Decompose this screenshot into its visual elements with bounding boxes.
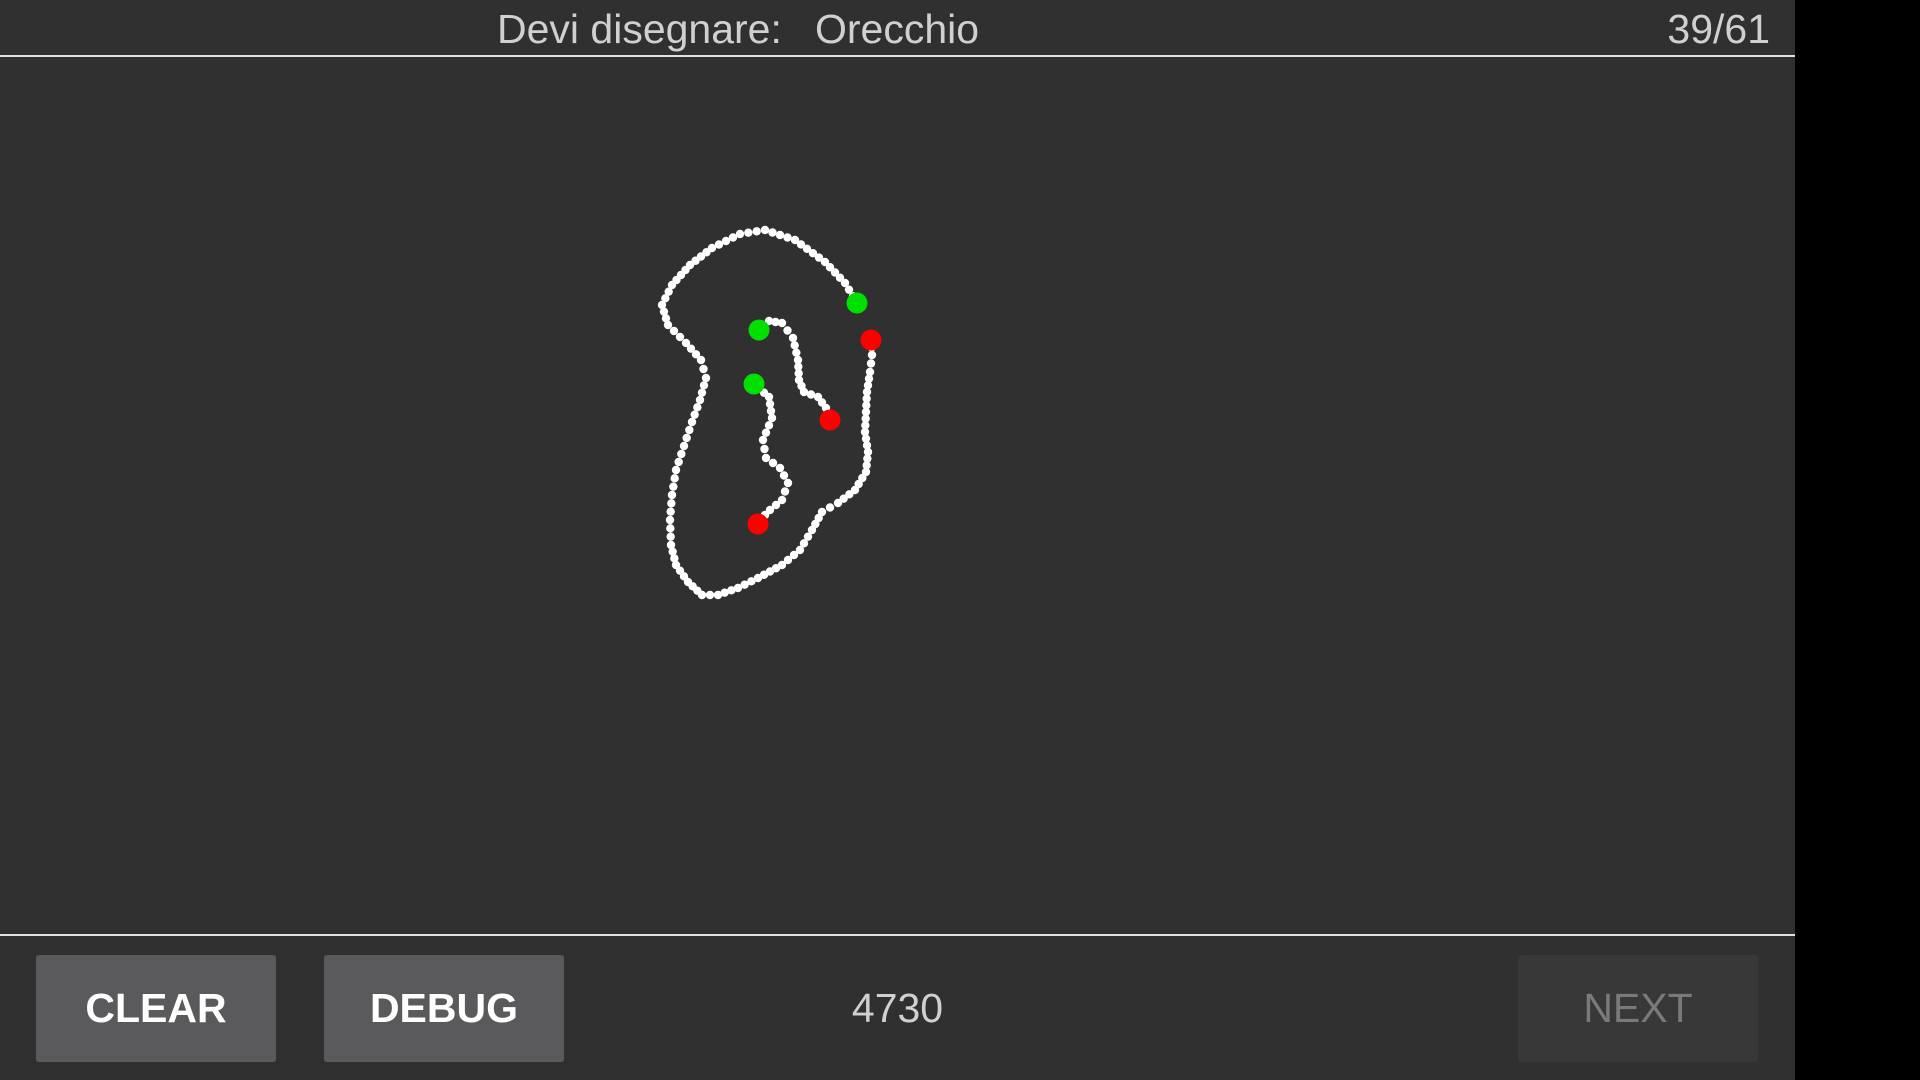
stroke-point [677,449,686,459]
stroke-point [790,341,799,350]
stroke-point [768,228,777,237]
stroke-point [788,333,798,343]
stroke-point [783,233,792,242]
stroke-point [669,326,679,336]
stroke-point [760,225,770,235]
stroke-point [693,403,702,412]
stroke-point [825,503,835,512]
stroke-point [667,499,676,508]
stroke-start-marker [846,292,868,314]
stroke-point [777,318,787,328]
point-counter: 4730 [851,985,944,1031]
stroke-point [783,478,793,488]
stroke-point [667,490,677,500]
stroke-point [669,482,678,491]
stroke-point [867,350,877,360]
app-window: Devi disegnare: Orecchio 39/61 CLEAR DEB… [0,0,1795,1080]
stroke-point [675,332,685,342]
stroke-point [701,373,711,383]
stroke-point [744,228,753,237]
stroke-start-marker [743,373,765,395]
stroke-point [696,355,706,365]
stroke-point [775,230,785,240]
stroke-point [690,410,699,419]
stroke-point [666,507,675,516]
stroke-point [663,320,673,330]
stroke-point [790,235,800,245]
target-word: Orecchio [815,6,980,52]
stroke-point [670,474,679,483]
stroke-start-marker [748,319,770,341]
clear-button[interactable]: CLEAR [36,955,276,1062]
stroke-point [699,364,708,374]
next-button[interactable]: NEXT [1518,955,1758,1062]
stroke-point [699,381,709,390]
stroke-point [779,471,789,480]
stroke-point [817,507,827,517]
stroke-point [780,487,790,496]
stroke-point [792,348,801,357]
stroke-point [783,326,792,335]
stroke-end-marker [819,409,841,431]
stroke-point [705,590,715,600]
stroke-point [671,465,681,475]
drawing-canvas[interactable] [0,57,1795,934]
bottom-bar: CLEAR DEBUG 4730 NEXT [0,934,1795,1080]
stroke-point [761,453,771,463]
stroke-point [866,359,876,368]
stroke-point [697,388,707,397]
stroke-point [697,590,707,600]
stroke-point [767,413,777,423]
stroke-point [687,417,697,427]
stroke-point [682,433,691,443]
stroke-point [666,524,675,533]
stroke-point [764,421,774,430]
stroke-point [674,457,683,467]
stroke-point [752,227,761,236]
debug-button[interactable]: DEBUG [324,955,564,1062]
stroke-point [758,435,768,445]
prompt-label: Devi disegnare: [497,6,782,52]
stroke-end-marker [747,513,769,535]
stroke-point [768,458,778,468]
stroke-point [679,441,689,451]
stroke-point [695,395,705,405]
stroke-point [666,532,675,541]
drawing-svg [657,225,882,600]
stroke-point [761,428,771,437]
stroke-point [760,444,769,454]
progress-counter: 39/61 [1667,6,1770,52]
top-bar: Devi disegnare: Orecchio 39/61 [0,0,1795,57]
stroke-point [775,463,785,473]
stroke-point [865,367,875,377]
stroke-point [665,515,675,525]
stroke-point [685,425,694,435]
stroke-end-marker [860,329,882,351]
